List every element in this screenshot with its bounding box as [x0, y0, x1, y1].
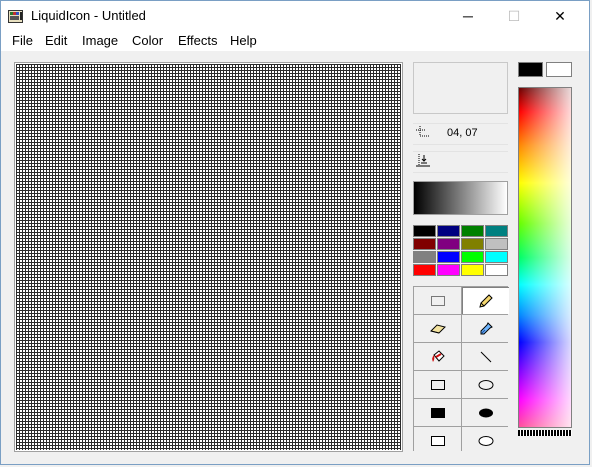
- toolbox: [413, 286, 509, 454]
- palette-swatch[interactable]: [437, 225, 460, 237]
- menu-color[interactable]: Color: [132, 33, 163, 48]
- line-icon: [480, 351, 491, 362]
- menu-effects[interactable]: Effects: [178, 33, 218, 48]
- eyedropper-icon: [480, 321, 493, 334]
- liquidicon-app-icon: [8, 10, 23, 23]
- eraser-icon: [429, 323, 446, 334]
- rectangle-outline-icon: [430, 379, 445, 390]
- app-window: LiquidIcon - Untitled ─ ☐ ✕ File Edit Im…: [0, 0, 590, 465]
- menu-bar: File Edit Image Color Effects Help: [1, 31, 589, 51]
- image-size-icon: [416, 154, 430, 167]
- palette-swatch[interactable]: [461, 251, 484, 263]
- foreground-color-swatch[interactable]: [518, 62, 543, 77]
- cursor-position-readout: 04, 07: [413, 123, 508, 145]
- menu-help[interactable]: Help: [230, 33, 257, 48]
- palette-swatch[interactable]: [461, 238, 484, 250]
- pencil-icon: [478, 293, 493, 308]
- paint-bucket-icon: [431, 349, 445, 362]
- close-button[interactable]: ✕: [537, 1, 583, 31]
- menu-edit[interactable]: Edit: [45, 33, 67, 48]
- ellipse-filled-tool[interactable]: [462, 399, 509, 426]
- rectangle-outline-tool[interactable]: [414, 371, 461, 398]
- palette-swatch[interactable]: [437, 264, 460, 276]
- eyedropper-tool[interactable]: [462, 315, 509, 342]
- grayscale-ramp[interactable]: [413, 181, 508, 215]
- rectangle-mixed-icon: [430, 435, 445, 446]
- ellipse-mixed-icon: [478, 435, 493, 446]
- background-color-swatch[interactable]: [546, 62, 572, 77]
- menu-image[interactable]: Image: [82, 33, 118, 48]
- icon-preview: [413, 62, 508, 114]
- palette-swatch[interactable]: [437, 251, 460, 263]
- minimize-icon: ─: [463, 8, 473, 24]
- palette-swatch[interactable]: [485, 264, 508, 276]
- palette-swatch[interactable]: [413, 251, 436, 263]
- dotted-rectangle-icon: [430, 295, 445, 306]
- palette-swatch[interactable]: [413, 225, 436, 237]
- color-spectrum-picker[interactable]: [518, 87, 572, 428]
- palette-swatch[interactable]: [485, 251, 508, 263]
- fill-tool[interactable]: [414, 343, 461, 370]
- line-tool[interactable]: [462, 343, 509, 370]
- menu-file[interactable]: File: [12, 33, 33, 48]
- cursor-position-value: 04, 07: [447, 127, 478, 139]
- ellipse-outline-icon: [478, 379, 493, 390]
- maximize-button[interactable]: ☐: [491, 1, 537, 31]
- palette-swatch[interactable]: [485, 238, 508, 250]
- rectangle-filled-tool[interactable]: [414, 399, 461, 426]
- close-icon: ✕: [554, 7, 566, 24]
- rectangle-filled-icon: [430, 407, 445, 418]
- palette-swatch[interactable]: [413, 238, 436, 250]
- crosshair-position-icon: [416, 126, 429, 137]
- eraser-tool[interactable]: [414, 315, 461, 342]
- title-bar[interactable]: LiquidIcon - Untitled ─ ☐ ✕: [1, 1, 589, 31]
- pencil-tool[interactable]: [462, 287, 509, 314]
- palette-swatch[interactable]: [461, 225, 484, 237]
- ellipse-mixed-tool[interactable]: [462, 427, 509, 454]
- image-size-readout: [413, 151, 508, 173]
- maximize-icon: ☐: [507, 7, 521, 24]
- palette-swatch[interactable]: [461, 264, 484, 276]
- icon-editing-canvas[interactable]: [14, 62, 403, 452]
- minimize-button[interactable]: ─: [445, 1, 491, 31]
- ellipse-outline-tool[interactable]: [462, 371, 509, 398]
- ellipse-filled-icon: [478, 408, 493, 417]
- window-title: LiquidIcon - Untitled: [31, 8, 146, 23]
- rectangle-mixed-tool[interactable]: [414, 427, 461, 454]
- palette-swatch[interactable]: [485, 225, 508, 237]
- palette-swatch[interactable]: [437, 238, 460, 250]
- pixel-grid[interactable]: [16, 64, 401, 450]
- rectangle-select-tool[interactable]: [414, 287, 461, 314]
- color-palette: [413, 225, 508, 276]
- spectrum-selection-marker[interactable]: [518, 430, 572, 436]
- palette-swatch[interactable]: [413, 264, 436, 276]
